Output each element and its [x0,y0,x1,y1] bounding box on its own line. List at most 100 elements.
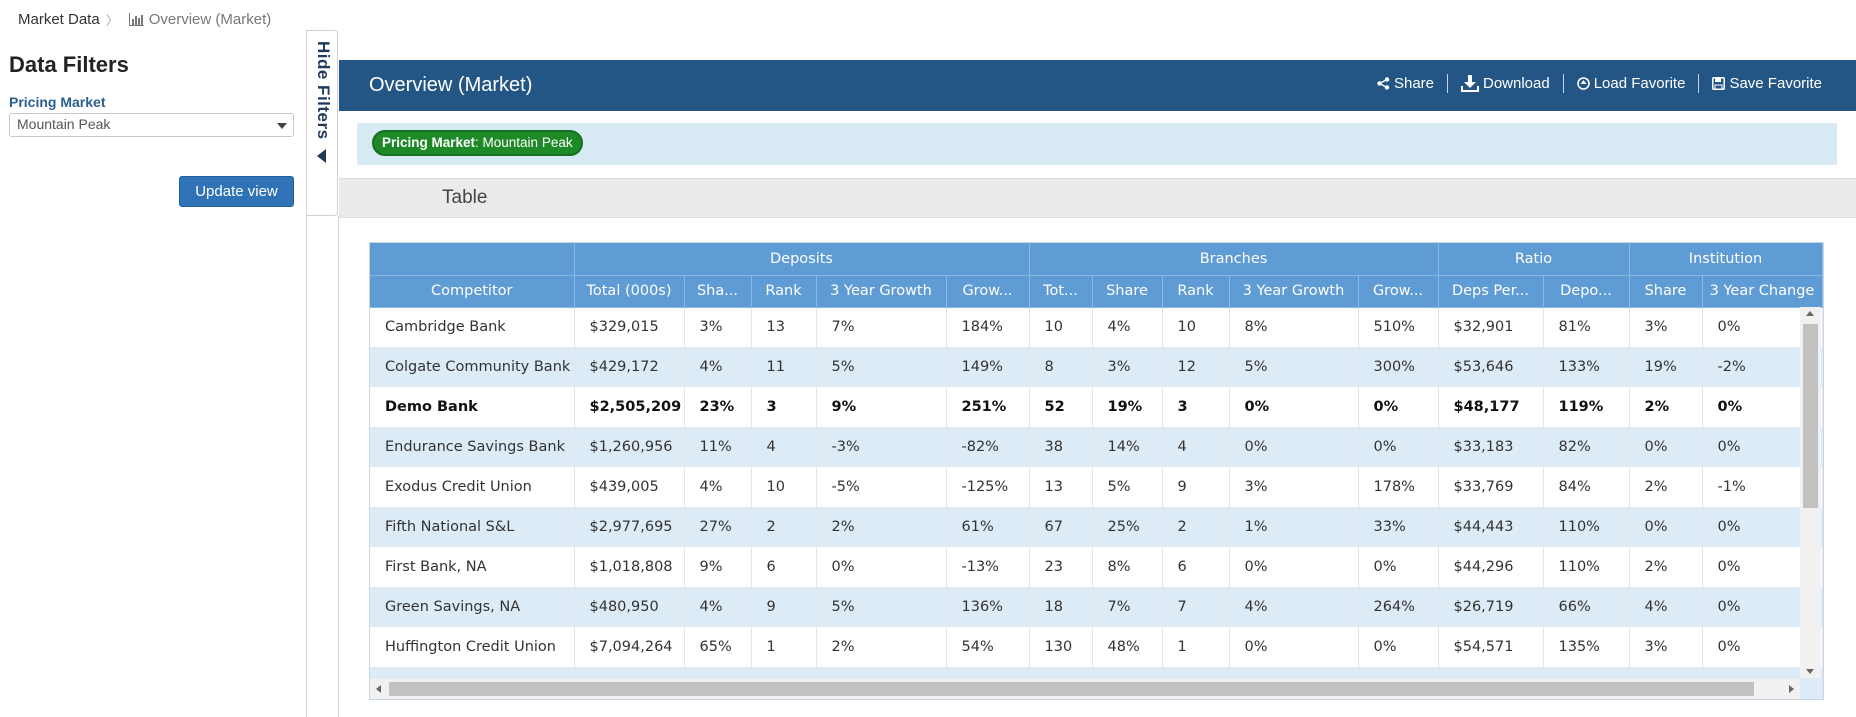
table-cell: 2% [1629,387,1703,427]
download-icon [1461,75,1479,92]
table-cell: 14% [1092,427,1163,467]
load-favorite-button[interactable]: Load Favorite [1564,75,1699,92]
vertical-scroll-thumb[interactable] [1803,324,1818,508]
table-cell: $44,296 [1438,547,1544,587]
breadcrumb-market-data[interactable]: Market Data [18,11,100,28]
table-cell: 9 [1162,467,1230,507]
page-header: Overview (Market) Share Download Load Fa… [339,60,1856,111]
table-cell: 119% [1543,387,1630,427]
group-header-institution: Institution [1629,243,1823,276]
table-cell: 23% [684,387,752,427]
table-cell: 8% [1229,307,1359,347]
share-button[interactable]: Share [1364,75,1447,92]
table-cell: 82% [1543,427,1630,467]
table-cell: 5% [816,347,947,387]
column-header[interactable]: Competitor [370,275,575,308]
table-cell: 4% [684,347,752,387]
pill-key: Pricing Market [382,135,476,150]
table-cell: 4% [1229,587,1359,627]
scroll-left-icon[interactable] [376,685,381,693]
load-favorite-label: Load Favorite [1593,75,1686,92]
download-button[interactable]: Download [1448,75,1563,92]
table-cell: 2% [1629,547,1703,587]
table-row[interactable]: Exodus Credit Union $439,005 4% 10 -5% -125% 1… [370,467,1823,507]
hide-filters-toggle[interactable]: Hide Filters [307,30,338,216]
table-cell: 1% [1229,507,1359,547]
market-table: Deposits Branches Ratio Institution Comp… [370,243,1823,699]
table-cell: $7,094,264 [574,627,685,667]
table-cell: 10 [751,467,817,507]
vertical-scrollbar[interactable] [1800,307,1821,678]
table-cell: 3% [1629,627,1703,667]
column-header[interactable]: Share [1629,275,1703,308]
table-row[interactable]: Demo Bank $2,505,209 23% 3 9% 251% 52 19% 3 0% 0% $… [370,387,1823,427]
header-actions: Share Download Load Favorite Save Favori… [1364,74,1835,93]
column-header[interactable]: Total (000s) [574,275,685,308]
table-cell: 135% [1543,627,1630,667]
table-cell: 13 [751,307,817,347]
competitor-cell: Colgate Community Bank [370,347,575,387]
column-header[interactable]: Grow... [1358,275,1439,308]
pricing-market-select[interactable]: Mountain Peak [9,113,294,137]
table-cell: 12 [1162,347,1230,387]
table-row[interactable]: Cambridge Bank $329,015 3% 13 7% 184% 10 4% 10 8%… [370,307,1823,347]
update-view-button[interactable]: Update view [179,176,294,207]
column-header[interactable]: Rank [751,275,817,308]
table-cell: 110% [1543,507,1630,547]
table-row[interactable]: Endurance Savings Bank $1,260,956 11% 4 -3% -… [370,427,1823,467]
save-favorite-button[interactable]: Save Favorite [1699,75,1835,92]
table-cell: $26,719 [1438,587,1544,627]
column-header[interactable]: Tot... [1029,275,1093,308]
pricing-market-label: Pricing Market [9,94,106,110]
table-cell: 5% [1229,347,1359,387]
column-header[interactable]: 3 Year Growth [1229,275,1359,308]
table-cell: 3% [1229,467,1359,507]
table-cell: 110% [1543,547,1630,587]
column-header[interactable]: 3 Year Change [1702,275,1823,308]
column-header[interactable]: 3 Year Growth [816,275,947,308]
table-cell: 7 [1162,587,1230,627]
table-cell: 13 [1029,467,1093,507]
table-row[interactable]: Colgate Community Bank $429,172 4% 11 5% 149%… [370,347,1823,387]
table-cell: $32,901 [1438,307,1544,347]
table-cell: 9% [816,387,947,427]
table-row[interactable]: Green Savings, NA $480,950 4% 9 5% 136% 18 7% 7 4… [370,587,1823,627]
table-cell: 0% [1229,627,1359,667]
table-cell: $33,183 [1438,427,1544,467]
horizontal-scrollbar[interactable] [370,679,1800,699]
table-cell: 4 [751,427,817,467]
table-cell: 2% [816,507,947,547]
table-cell: 6 [1162,547,1230,587]
breadcrumb: Market Data 〉 Overview (Market) [18,9,271,29]
table-row[interactable]: First Bank, NA $1,018,808 9% 6 0% -13% 23 8% 6 0%… [370,547,1823,587]
sidebar-title: Data Filters [9,52,129,77]
table-cell: 11% [684,427,752,467]
table-cell: 11 [751,347,817,387]
column-header[interactable]: Depo... [1543,275,1630,308]
table-cell: 8% [1092,547,1163,587]
table-row[interactable]: Fifth National S&L $2,977,695 27% 2 2% 61% 67 2… [370,507,1823,547]
scroll-up-icon[interactable] [1806,311,1814,316]
table-cell: 130 [1029,627,1093,667]
scroll-right-icon[interactable] [1789,685,1794,693]
column-header[interactable]: Deps Per... [1438,275,1544,308]
download-label: Download [1483,75,1550,92]
column-header[interactable]: Share [1092,275,1163,308]
scroll-down-icon[interactable] [1806,669,1814,674]
horizontal-scroll-thumb[interactable] [389,682,1754,696]
table-cell: 54% [946,627,1030,667]
column-header[interactable]: Grow... [946,275,1030,308]
table-cell: $1,260,956 [574,427,685,467]
table-cell: 7% [816,307,947,347]
table-cell: 0% [816,547,947,587]
table-row[interactable]: Huffington Credit Union $7,094,264 65% 1 2% 5… [370,627,1823,667]
caret-down-icon [277,123,287,129]
pricing-market-filter-pill[interactable]: Pricing Market: Mountain Peak [372,130,583,156]
table-cell: 6 [751,547,817,587]
table-cell: 52 [1029,387,1093,427]
filters-sidebar: Data Filters Pricing Market Mountain Pea… [0,30,307,717]
column-header[interactable]: Rank [1162,275,1230,308]
table-cell: 136% [946,587,1030,627]
table-cell: 19% [1629,347,1703,387]
column-header[interactable]: Sha... [684,275,752,308]
